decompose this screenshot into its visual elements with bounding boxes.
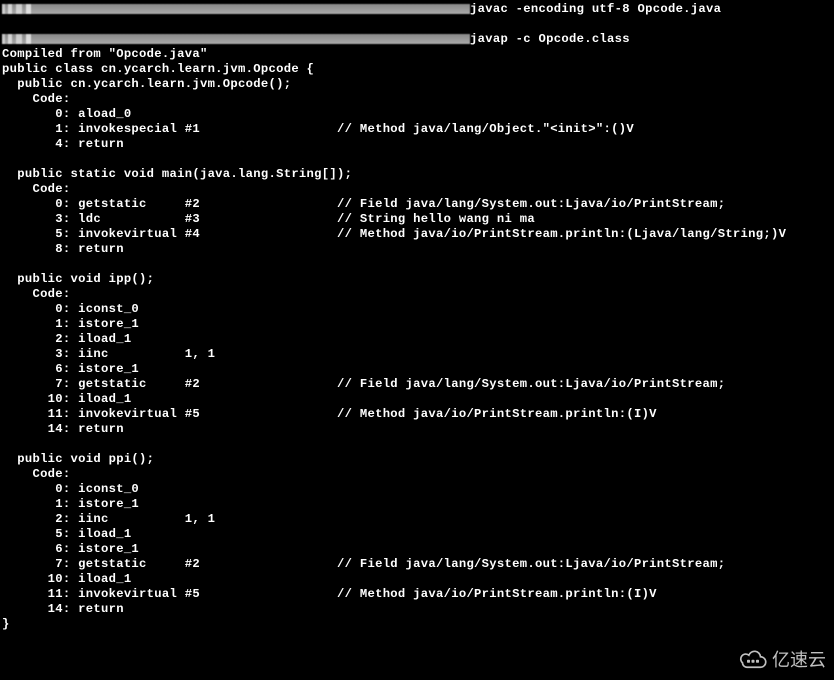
ctor-4: 4: return — [2, 137, 124, 151]
ppi-7a: 7: getstatic #2 — [2, 557, 200, 571]
ipp-10: 10: iload_1 — [2, 392, 131, 406]
ppi-sig: public void ppi(); — [2, 452, 154, 466]
main-5c: // Method java/io/PrintStream.println:(L… — [337, 227, 786, 241]
ppi-11a: 11: invokevirtual #5 — [2, 587, 200, 601]
main-sig: public static void main(java.lang.String… — [2, 167, 352, 181]
class-decl: public class cn.ycarch.learn.jvm.Opcode … — [2, 62, 314, 76]
ipp-7c: // Field java/lang/System.out:Ljava/io/P… — [337, 377, 725, 391]
ppi-1: 1: istore_1 — [2, 497, 139, 511]
main-8: 8: return — [2, 242, 124, 256]
code-label: Code: — [2, 287, 71, 301]
terminal-output: javac -encoding utf-8 Opcode.java javap … — [0, 0, 834, 680]
ipp-3: 3: iinc 1, 1 — [2, 347, 215, 361]
ppi-10: 10: iload_1 — [2, 572, 131, 586]
code-label: Code: — [2, 467, 71, 481]
code-label: Code: — [2, 182, 71, 196]
compiled-from: Compiled from "Opcode.java" — [2, 47, 208, 61]
ctor-sig: public cn.ycarch.learn.jvm.Opcode(); — [2, 77, 291, 91]
ipp-sig: public void ipp(); — [2, 272, 154, 286]
ppi-7c: // Field java/lang/System.out:Ljava/io/P… — [337, 557, 725, 571]
ipp-6: 6: istore_1 — [2, 362, 139, 376]
ipp-11a: 11: invokevirtual #5 — [2, 407, 200, 421]
main-0c: // Field java/lang/System.out:Ljava/io/P… — [337, 197, 725, 211]
ipp-14: 14: return — [2, 422, 124, 436]
ctor-1a: 1: invokespecial #1 — [2, 122, 200, 136]
cmd-javap: javap -c Opcode.class — [470, 32, 630, 46]
ppi-2: 2: iinc 1, 1 — [2, 512, 215, 526]
ppi-0: 0: iconst_0 — [2, 482, 139, 496]
main-3a: 3: ldc #3 — [2, 212, 200, 226]
ipp-7a: 7: getstatic #2 — [2, 377, 200, 391]
ctor-0: 0: aload_0 — [2, 107, 131, 121]
ipp-11c: // Method java/io/PrintStream.println:(I… — [337, 407, 657, 421]
ipp-0: 0: iconst_0 — [2, 302, 139, 316]
close-brace: } — [2, 617, 10, 631]
ipp-1: 1: istore_1 — [2, 317, 139, 331]
redacted-prompt-1 — [2, 4, 470, 14]
ppi-6: 6: istore_1 — [2, 542, 139, 556]
main-5a: 5: invokevirtual #4 — [2, 227, 200, 241]
main-3c: // String hello wang ni ma — [337, 212, 535, 226]
cmd-javac: javac -encoding utf-8 Opcode.java — [470, 2, 721, 16]
code-label: Code: — [2, 92, 71, 106]
ppi-5: 5: iload_1 — [2, 527, 131, 541]
main-0a: 0: getstatic #2 — [2, 197, 200, 211]
ppi-11c: // Method java/io/PrintStream.println:(I… — [337, 587, 657, 601]
redacted-prompt-2 — [2, 34, 470, 44]
ctor-1c: // Method java/lang/Object."<init>":()V — [337, 122, 634, 136]
ppi-14: 14: return — [2, 602, 124, 616]
ipp-2: 2: iload_1 — [2, 332, 131, 346]
